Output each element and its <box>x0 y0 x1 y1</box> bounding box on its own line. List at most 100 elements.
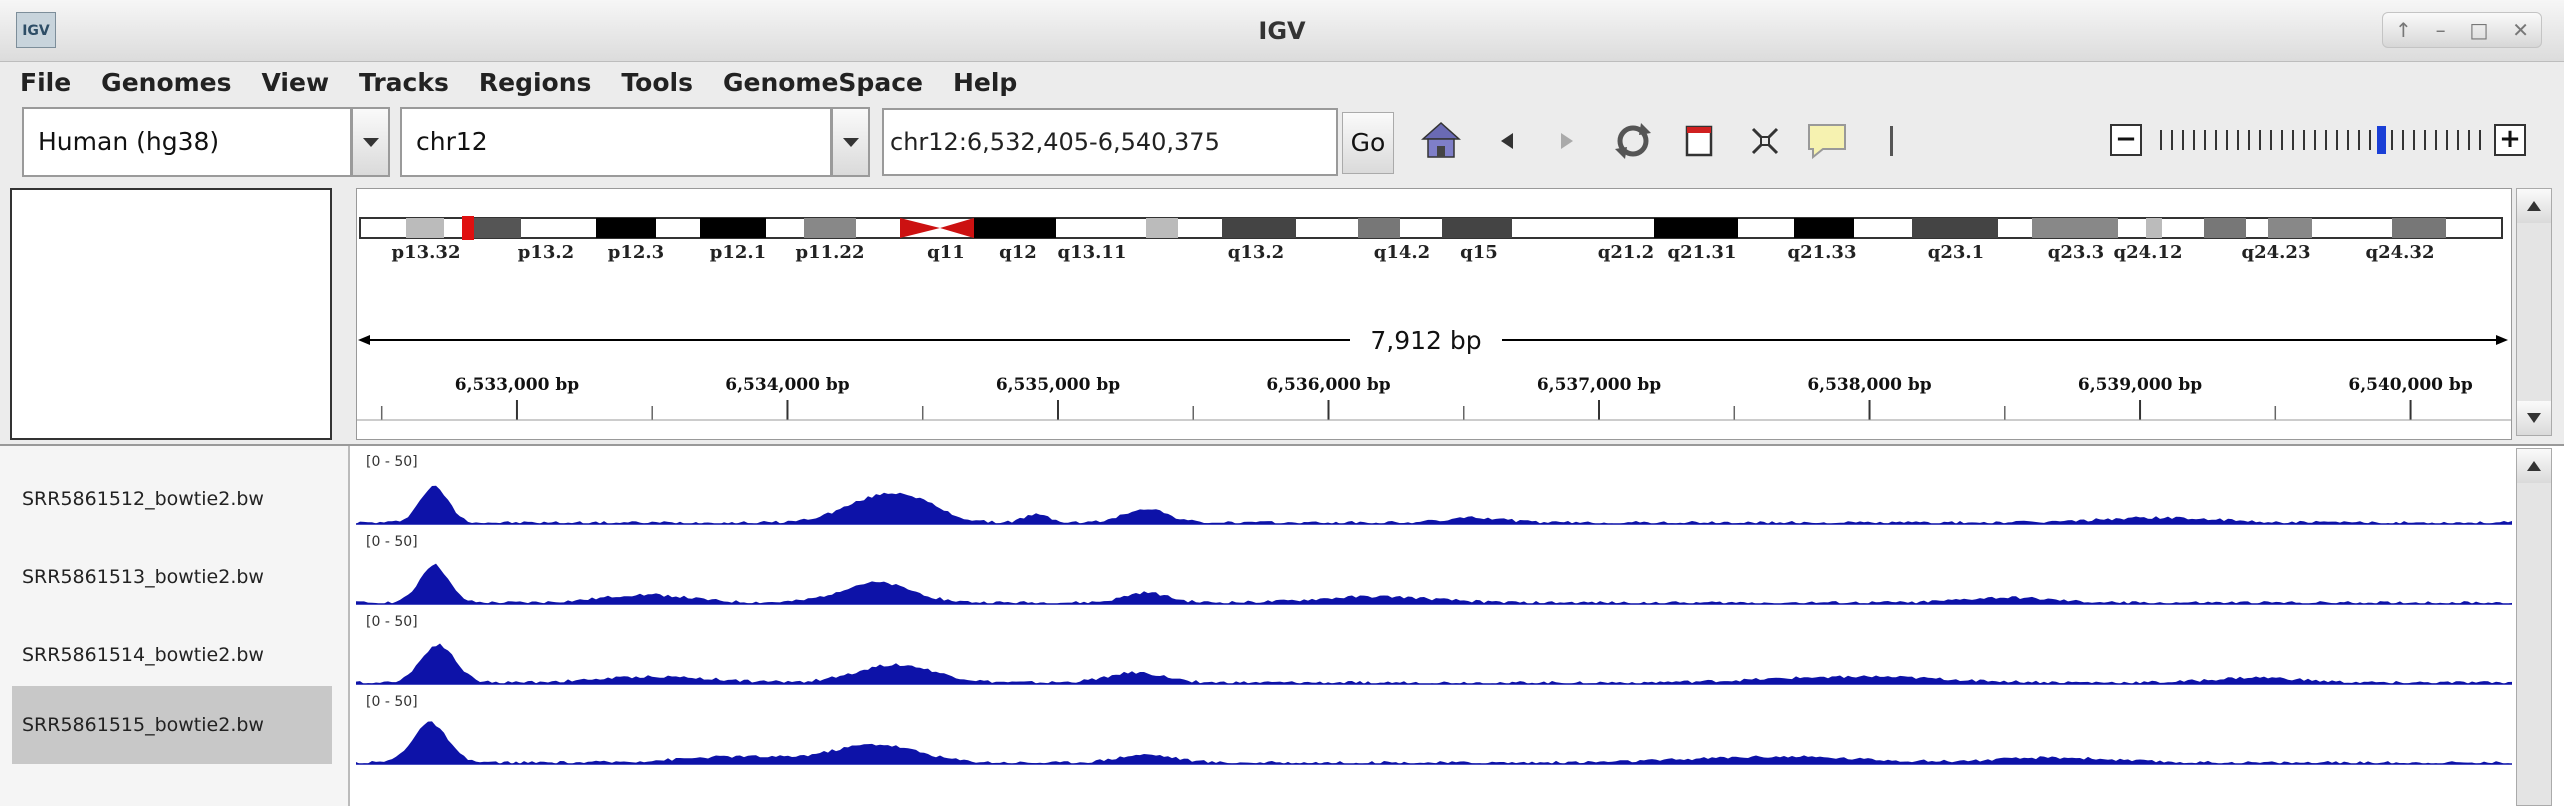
zoom-tick <box>2435 130 2437 150</box>
header-scrollbar[interactable] <box>2516 188 2552 436</box>
cytoband-label: q12 <box>999 242 1037 262</box>
chromosome-select[interactable]: chr12 <box>400 107 832 177</box>
track-name-header <box>10 188 332 440</box>
zoom-tick <box>2424 130 2426 150</box>
title-bar: IGV IGV ↑ – □ ✕ <box>0 0 2564 62</box>
zoom-out-button[interactable]: − <box>2110 124 2142 156</box>
track-name[interactable]: SRR5861514_bowtie2.bw <box>12 616 332 694</box>
menu-bar: File Genomes View Tracks Regions Tools G… <box>0 62 2564 102</box>
cytoband <box>804 218 856 238</box>
cytoband-label: p13.2 <box>518 242 574 262</box>
zoom-tick <box>2314 130 2316 150</box>
zoom-tick <box>2259 130 2261 150</box>
menu-tracks[interactable]: Tracks <box>359 68 449 97</box>
window-maximize-icon[interactable]: □ <box>2469 18 2488 42</box>
ruler-tick-label: 6,540,000 bp <box>2348 375 2472 395</box>
zoom-tick <box>2468 130 2470 150</box>
menu-help[interactable]: Help <box>953 68 1017 97</box>
popup-text-icon[interactable] <box>1804 118 1850 164</box>
refresh-icon[interactable] <box>1610 118 1656 164</box>
cytoband <box>2268 218 2312 238</box>
cytoband <box>1794 218 1854 238</box>
data-scrollbar[interactable] <box>2516 448 2552 806</box>
signal-tracks[interactable]: [0 - 50] [0 - 50] [0 - 50] [0 - 50] <box>356 446 2512 766</box>
ruler-tick-label: 6,538,000 bp <box>1807 375 1931 395</box>
signal-track[interactable] <box>356 721 2512 764</box>
menu-genomespace[interactable]: GenomeSpace <box>723 68 923 97</box>
zoom-tick <box>2160 130 2162 150</box>
track-name[interactable]: SRR5861512_bowtie2.bw <box>12 460 332 538</box>
menu-genomes[interactable]: Genomes <box>101 68 231 97</box>
ruler-tick-label: 6,537,000 bp <box>1537 375 1661 395</box>
span-arrow-right <box>2496 335 2508 345</box>
signal-track[interactable] <box>356 485 2512 524</box>
resize-to-window-icon[interactable] <box>1742 118 1788 164</box>
ruler-tick-label: 6,534,000 bp <box>725 375 849 395</box>
span-label: 7,912 bp <box>1370 326 1481 355</box>
track-name[interactable]: SRR5861513_bowtie2.bw <box>12 538 332 616</box>
locus-input[interactable] <box>882 108 1338 176</box>
cytoband-label: q14.2 <box>1374 242 1430 262</box>
cytoband-label: p12.3 <box>608 242 664 262</box>
home-icon[interactable] <box>1418 118 1464 164</box>
signal-track[interactable] <box>356 643 2512 685</box>
zoom-tick <box>2270 130 2272 150</box>
cytoband-label: q23.3 <box>2048 242 2104 262</box>
forward-arrow-icon[interactable] <box>1544 118 1590 164</box>
cytoband <box>596 218 656 238</box>
zoom-tick <box>2402 130 2404 150</box>
scroll-down-icon[interactable] <box>2517 401 2551 435</box>
zoom-tick <box>2479 130 2481 150</box>
track-name-selected[interactable]: SRR5861515_bowtie2.bw <box>12 686 332 764</box>
zoom-in-button[interactable]: + <box>2494 124 2526 156</box>
zoom-level-marker[interactable] <box>2377 126 2386 154</box>
zoom-tick <box>2457 130 2459 150</box>
window-close-icon[interactable]: ✕ <box>2512 18 2529 42</box>
zoom-tick <box>2226 130 2228 150</box>
menu-regions[interactable]: Regions <box>479 68 592 97</box>
cytoband <box>2204 218 2246 238</box>
zoom-tick <box>2325 130 2327 150</box>
cytoband-label: q24.32 <box>2366 242 2435 262</box>
toolbar-separator <box>1890 126 1893 156</box>
zoom-tick <box>2237 130 2239 150</box>
genome-select[interactable]: Human (hg38) <box>22 107 352 177</box>
cytoband-label: p12.1 <box>710 242 766 262</box>
chromosome-dropdown-arrow[interactable] <box>832 107 870 177</box>
back-arrow-icon[interactable] <box>1484 118 1530 164</box>
menu-tools[interactable]: Tools <box>621 68 693 97</box>
ideogram-outline <box>359 217 2503 239</box>
track-name-panel: SRR5861512_bowtie2.bw SRR5861513_bowtie2… <box>0 446 350 806</box>
chromosome-ideogram[interactable]: p13.32 p13.2 p12.3 p12.1 p11.22 q11 q12 q13.11 q… <box>356 212 2506 262</box>
track-data-range: [0 - 50] <box>366 454 418 470</box>
window-minimize-icon[interactable]: – <box>2436 18 2446 42</box>
genome-dropdown-arrow[interactable] <box>352 107 390 177</box>
cytoband-label: q13.11 <box>1058 242 1127 262</box>
cytoband <box>1222 218 1296 238</box>
menu-view[interactable]: View <box>262 68 330 97</box>
menu-file[interactable]: File <box>20 68 71 97</box>
current-locus-marker[interactable] <box>462 216 474 240</box>
region-of-interest-icon[interactable] <box>1676 118 1722 164</box>
zoom-tick <box>2446 130 2448 150</box>
cytoband-label: p11.22 <box>796 242 865 262</box>
scroll-up-icon[interactable] <box>2517 189 2551 223</box>
go-button[interactable]: Go <box>1342 112 1394 174</box>
chevron-down-icon <box>842 137 859 147</box>
zoom-tick <box>2369 130 2371 150</box>
genomic-ruler[interactable]: 7,912 bp 6,533,000 bp 6,534,000 bp 6,535,00… <box>356 320 2512 436</box>
zoom-tick <box>2292 130 2294 150</box>
cytoband-label: q21.31 <box>1668 242 1737 262</box>
cytoband <box>1654 218 1738 238</box>
cytoband <box>2032 218 2118 238</box>
zoom-tick <box>2303 130 2305 150</box>
signal-track[interactable] <box>356 563 2512 604</box>
ruler-tick-label: 6,535,000 bp <box>996 375 1120 395</box>
zoom-slider[interactable] <box>2156 124 2486 156</box>
scroll-up-icon[interactable] <box>2517 449 2551 483</box>
window-up-icon[interactable]: ↑ <box>2395 18 2412 42</box>
toolbar: Human (hg38) chr12 Go − + <box>0 102 2564 182</box>
zoom-tick <box>2413 130 2415 150</box>
cytoband <box>2392 218 2446 238</box>
zoom-tick <box>2182 130 2184 150</box>
